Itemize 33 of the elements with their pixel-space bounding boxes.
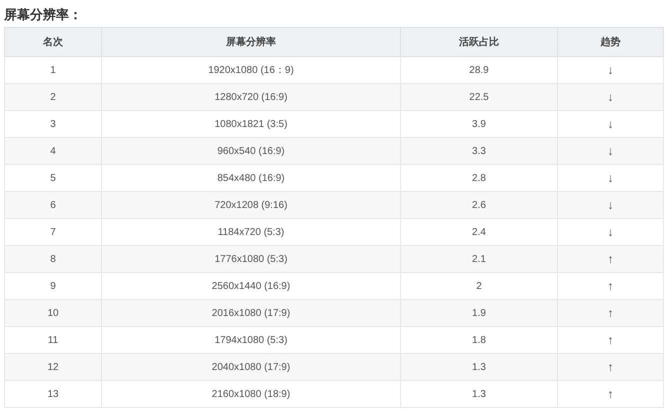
table-cell: 1.3 <box>400 380 558 408</box>
column-header: 屏幕分辨率 <box>102 28 400 56</box>
table-cell: 22.5 <box>400 84 558 110</box>
table-cell: 2.6 <box>400 192 558 218</box>
table-cell: 1.3 <box>400 354 558 380</box>
column-header: 名次 <box>4 28 102 56</box>
table-cell: 2.1 <box>400 246 558 272</box>
section-title: 屏幕分辨率： <box>2 6 83 24</box>
table-cell: 10 <box>4 300 102 326</box>
table-cell: 2040x1080 (17:9) <box>102 354 400 380</box>
table-cell: ↑ <box>558 354 664 380</box>
column-header: 活跃占比 <box>400 28 558 56</box>
table-cell: ↓ <box>558 138 664 164</box>
table-cell: 4 <box>4 138 102 164</box>
table-cell: ↓ <box>558 84 664 110</box>
table-cell: 960x540 (16:9) <box>102 138 400 164</box>
table-cell: 3.3 <box>400 138 558 164</box>
table-cell: 8 <box>4 246 102 272</box>
table-cell: 1776x1080 (5:3) <box>102 246 400 272</box>
table-cell: ↑ <box>558 380 664 408</box>
table-cell: 13 <box>4 380 102 408</box>
table-cell: 2016x1080 (17:9) <box>102 300 400 326</box>
table-cell: 2 <box>4 84 102 110</box>
table-cell: 6 <box>4 192 102 218</box>
table-cell: ↓ <box>558 192 664 218</box>
table-cell: 12 <box>4 354 102 380</box>
table-cell: 720x1208 (9:16) <box>102 192 400 218</box>
table-cell: 2160x1080 (18:9) <box>102 380 400 408</box>
table-cell: ↑ <box>558 300 664 326</box>
column-header: 趋势 <box>558 28 664 56</box>
table-cell: 1280x720 (16:9) <box>102 84 400 110</box>
table-cell: ↑ <box>558 246 664 272</box>
table-cell: 1.9 <box>400 300 558 326</box>
